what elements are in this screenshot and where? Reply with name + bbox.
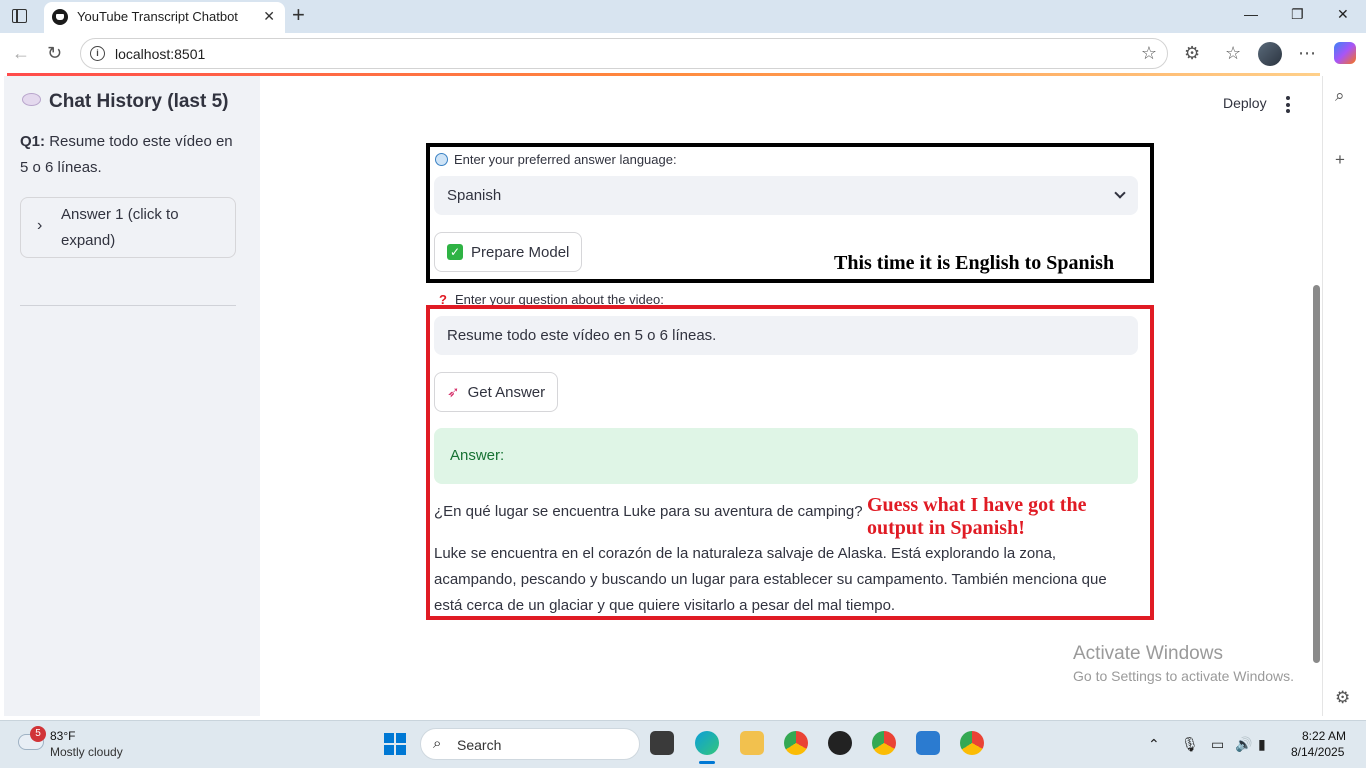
more-menu-icon[interactable]: ⋯ [1298, 43, 1316, 63]
site-info-icon[interactable]: i [90, 46, 105, 61]
tab-title: YouTube Transcript Chatbot [77, 9, 238, 24]
edge-settings-icon[interactable]: ⚙ [1335, 688, 1350, 708]
favorites-icon[interactable]: ☆ [1225, 43, 1241, 63]
main-menu-icon[interactable] [1286, 96, 1290, 116]
windows-start-icon[interactable] [384, 733, 406, 755]
url-bar[interactable]: i localhost:8501 ☆ [80, 38, 1168, 69]
chevron-down-icon [1114, 187, 1126, 199]
file-explorer-icon[interactable] [740, 731, 764, 755]
url-text[interactable]: localhost:8501 [115, 46, 205, 62]
main-scrollbar[interactable] [1313, 285, 1320, 663]
active-app-indicator [699, 761, 715, 764]
annotation-output-spanish: Guess what I have got the output in Span… [867, 494, 1087, 539]
refresh-icon[interactable]: ↻ [47, 43, 62, 63]
edge-browser-icon[interactable] [695, 731, 719, 755]
restore-icon[interactable]: ❐ [1291, 6, 1304, 23]
volume-icon[interactable]: 🔊 [1235, 736, 1252, 753]
search-icon: ⌕ [433, 735, 442, 752]
minimize-icon[interactable]: — [1244, 6, 1258, 22]
edge-add-icon[interactable]: + [1335, 150, 1345, 170]
copilot-icon[interactable] [1334, 42, 1356, 64]
close-window-icon[interactable]: ✕ [1337, 6, 1349, 23]
back-icon[interactable]: ← [12, 43, 30, 63]
tab-close-icon[interactable]: ✕ [263, 8, 275, 25]
edge-sidebar [1322, 76, 1366, 716]
get-answer-button[interactable]: ➶ Get Answer [434, 372, 559, 412]
chrome-profile-icon[interactable] [872, 731, 896, 755]
language-select[interactable]: Spanish [434, 176, 1138, 215]
rocket-icon: ➶ [447, 384, 460, 401]
answer-expander[interactable]: › Answer 1 (click to expand) [20, 197, 236, 258]
favorite-star-icon[interactable]: ☆ [1141, 43, 1157, 64]
taskbar-search[interactable]: ⌕ Search [420, 728, 640, 760]
language-select-value: Spanish [447, 187, 502, 204]
chrome-icon[interactable] [784, 731, 808, 755]
prepare-model-button[interactable]: ✓ Prepare Model [434, 232, 583, 272]
microphone-icon[interactable]: 🎙 [1181, 736, 1199, 753]
profile-avatar[interactable] [1258, 42, 1282, 66]
vscode-icon[interactable] [916, 731, 940, 755]
crown-favicon-icon [52, 9, 68, 25]
chevron-right-icon: › [37, 217, 43, 234]
taskbar [0, 720, 1366, 768]
history-question: Q1: Resume todo este vídeo en 5 o 6 líne… [20, 129, 240, 181]
obs-icon[interactable] [828, 731, 852, 755]
answer-question-line: ¿En qué lugar se encuentra Luke para su … [434, 503, 863, 520]
sidebar-divider [20, 305, 236, 306]
new-tab-icon[interactable]: + [292, 4, 305, 26]
tab-actions-icon[interactable] [12, 9, 27, 23]
clock-date[interactable]: 8/14/2025 [1291, 745, 1344, 759]
deploy-button[interactable]: Deploy [1223, 95, 1267, 111]
extensions-icon[interactable]: ⚙ [1184, 43, 1200, 63]
globe-icon [435, 153, 448, 166]
clock-time[interactable]: 8:22 AM [1302, 729, 1346, 743]
chrome-profile-2-icon[interactable] [960, 731, 984, 755]
question-number: Q1: [20, 133, 46, 150]
title-bar: YouTube Transcript Chatbot ✕ + — ❐ ✕ [0, 0, 1366, 33]
history-question-text: Resume todo este vídeo en 5 o 6 líneas. [20, 133, 233, 176]
answer-body: Luke se encuentra en el corazón de la na… [434, 545, 1107, 614]
taskbar-search-placeholder: Search [457, 737, 502, 753]
chat-history-title: Chat History (last 5) [22, 91, 228, 113]
language-label: Enter your preferred answer language: [435, 152, 677, 167]
expander-label: Answer 1 (click to expand) [61, 206, 179, 249]
weather-temperature[interactable]: 83°F [50, 729, 75, 743]
annotation-english-to-spanish: This time it is English to Spanish [834, 252, 1115, 274]
battery-icon[interactable]: ▮ [1258, 736, 1266, 753]
prepare-model-label: Prepare Model [471, 243, 570, 261]
language-label-text: Enter your preferred answer language: [454, 152, 677, 167]
activate-windows-title: Activate Windows [1073, 643, 1223, 664]
speech-bubble-icon [22, 93, 41, 106]
browser-tab[interactable]: YouTube Transcript Chatbot ✕ [44, 2, 285, 33]
chat-history-title-text: Chat History (last 5) [49, 91, 229, 112]
get-answer-label: Get Answer [467, 383, 546, 401]
weather-condition[interactable]: Mostly cloudy [50, 745, 123, 759]
question-input[interactable]: Resume todo este vídeo en 5 o 6 líneas. [434, 316, 1138, 355]
check-icon: ✓ [447, 244, 463, 260]
network-icon[interactable]: ▭ [1211, 736, 1224, 753]
address-bar-row: ← ↻ i localhost:8501 ☆ ⚙ ☆ ⋯ [0, 33, 1366, 74]
task-view-icon[interactable] [650, 731, 674, 755]
activate-windows-subtitle: Go to Settings to activate Windows. [1073, 668, 1294, 684]
chevron-up-icon[interactable]: ⌃ [1148, 736, 1160, 753]
answer-header: Answer: [450, 447, 505, 464]
answer-success-banner: Answer: [434, 428, 1138, 484]
edge-search-icon[interactable]: ⌕ [1335, 86, 1345, 106]
question-input-value[interactable]: Resume todo este vídeo en 5 o 6 líneas. [447, 327, 716, 344]
weather-badge: 5 [30, 726, 46, 742]
